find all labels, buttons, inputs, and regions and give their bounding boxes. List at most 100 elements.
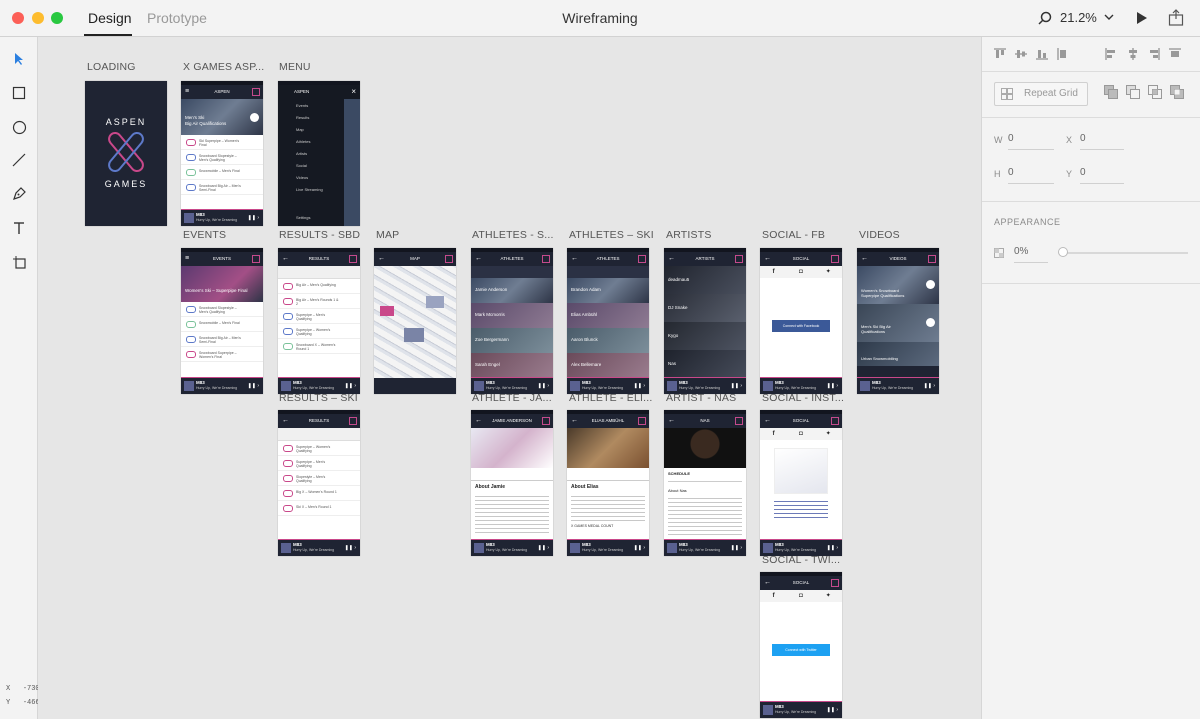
artist-card[interactable]: Kygo: [664, 322, 746, 350]
pen-tool[interactable]: [9, 184, 29, 204]
athlete-card[interactable]: Elias Ambühl: [567, 303, 649, 328]
instagram-post-image[interactable]: [774, 448, 828, 494]
athlete-card[interactable]: Aaron Blunck: [567, 328, 649, 353]
align-middle-icon[interactable]: [1015, 48, 1027, 60]
width-field[interactable]: 0: [1008, 129, 1054, 150]
menu-item-videos[interactable]: Videos: [296, 175, 308, 180]
twitter-icon[interactable]: ✦: [815, 266, 842, 278]
artboard-label-menu[interactable]: MENU: [279, 61, 311, 73]
hero-image[interactable]: Women's Ski – Superpipe Final: [181, 266, 263, 302]
zoom-level[interactable]: 21.2%: [1060, 10, 1097, 25]
music-player[interactable]: M83 Hurry Up, We're Dreaming ❚❚ ›: [181, 377, 263, 394]
align-right-icon[interactable]: [1148, 48, 1160, 60]
artboard-athlete-elias[interactable]: ← ELIAS AMBÜHL About Elias X GAMES MEDAL …: [567, 410, 649, 556]
ellipse-tool[interactable]: [9, 117, 29, 137]
list-item[interactable]: Superpipe – Men's Qualifying: [278, 309, 360, 324]
artboard-label-artists[interactable]: ARTISTS: [666, 229, 712, 241]
hero-image[interactable]: Men's Ski Big Air Qualifications: [181, 99, 263, 135]
menu-item-events[interactable]: Events: [296, 103, 308, 108]
list-item[interactable]: Snowboard Big Air – Men's Semi-Final: [181, 332, 263, 347]
boolean-exclude-icon[interactable]: [1170, 85, 1184, 99]
artboard-label-loading[interactable]: LOADING: [87, 61, 136, 73]
repeat-grid-button[interactable]: Repeat Grid: [994, 82, 1088, 106]
artboard-label-athlete-ja[interactable]: ATHLETE - JA...: [472, 392, 552, 404]
artboard-athletes-ski[interactable]: ← ATHLETES Brandon Adam Elias Ambühl Aaro…: [567, 248, 649, 394]
distribute-horizontal-icon[interactable]: [1169, 48, 1181, 60]
list-item[interactable]: Snowmobile – Men's Final: [181, 165, 263, 180]
artist-card[interactable]: deadmau5: [664, 266, 746, 294]
x-field[interactable]: 0: [1080, 129, 1124, 150]
video-card[interactable]: Urban Snowmobiling: [857, 342, 939, 366]
list-item[interactable]: Ski X – Men's Round 1: [278, 501, 360, 516]
menu-item-map[interactable]: Map: [296, 127, 304, 132]
align-top-icon[interactable]: [994, 48, 1006, 60]
artboard-results-ski[interactable]: ← RESULTS Superpipe – Women's Qualifying …: [278, 410, 360, 556]
artboard-label-xgames[interactable]: X GAMES ASP...: [183, 61, 264, 73]
text-tool[interactable]: [9, 218, 29, 238]
artboard-label-map[interactable]: MAP: [376, 229, 399, 241]
list-item[interactable]: Snowboard X – Women's Round 1: [278, 339, 360, 354]
music-player[interactable]: M83 Hurry Up, We're Dreaming ❚❚ ›: [181, 209, 263, 226]
artboard-results-sbd[interactable]: ← RESULTS Big Air – Men's Qualifying Big …: [278, 248, 360, 394]
artboard-athlete-jamie[interactable]: ← JAMIE ANDERSON About Jamie M83 Hurry Up,…: [471, 410, 553, 556]
opacity-field[interactable]: 0%: [1014, 242, 1048, 263]
music-player[interactable]: M83 Hurry Up, We're Dreaming ❚❚ ›: [857, 377, 939, 394]
artboard-loading[interactable]: ASPEN GAMES: [85, 81, 167, 226]
close-icon[interactable]: ×: [351, 85, 356, 99]
list-item[interactable]: Big Air – Men's Rounds 1 & 2: [278, 294, 360, 309]
music-player[interactable]: M83 Hurry Up, We're Dreaming ❚❚ ›: [567, 539, 649, 556]
search-icon[interactable]: [1038, 11, 1052, 25]
tab-prototype[interactable]: Prototype: [147, 10, 207, 26]
play-icon[interactable]: [250, 113, 259, 122]
artboard-label-videos[interactable]: VIDEOS: [859, 229, 900, 241]
music-player[interactable]: M83 Hurry Up, We're Dreaming ❚❚ ›: [664, 539, 746, 556]
results-filter-tabs[interactable]: [278, 428, 360, 441]
social-tabs[interactable]: f ◘ ✦: [760, 590, 842, 602]
music-player[interactable]: M83 Hurry Up, We're Dreaming ❚❚ ›: [760, 701, 842, 718]
play-icon[interactable]: [926, 280, 935, 289]
list-item[interactable]: Snowmobile – Men's Final: [181, 317, 263, 332]
list-item[interactable]: Ski Superpipe – Women's Final: [181, 135, 263, 150]
boolean-intersect-icon[interactable]: [1148, 85, 1162, 99]
list-item[interactable]: Snowboard Slopestyle – Men's Qualifying: [181, 150, 263, 165]
list-item[interactable]: Snowboard Big Air – Men's Semi-Final: [181, 180, 263, 195]
height-field[interactable]: 0: [1008, 163, 1054, 184]
athlete-card[interactable]: Alex Bellemare: [567, 353, 649, 378]
rectangle-tool[interactable]: [9, 83, 29, 103]
list-item[interactable]: Snowboard Slopestyle – Men's Qualifying: [181, 302, 263, 317]
social-tabs[interactable]: f ◘ ✦: [760, 266, 842, 278]
distribute-vertical-icon[interactable]: [1057, 48, 1069, 60]
artboard-social-fb[interactable]: ← SOCIAL f ◘ ✦ Connect with Facebook M83 Hur…: [760, 248, 842, 394]
tab-design[interactable]: Design: [88, 10, 132, 26]
artboard-videos[interactable]: ← VIDEOS Women's Snowboard Superpipe Qual…: [857, 248, 939, 394]
play-icon[interactable]: [1136, 11, 1148, 25]
connect-twitter-button[interactable]: Connect with Twitter: [772, 644, 830, 656]
menu-item-artists[interactable]: Artists: [296, 151, 307, 156]
artboard-label-athletes-ski[interactable]: ATHLETES – SKI: [569, 229, 654, 241]
boolean-subtract-icon[interactable]: [1126, 85, 1140, 99]
minimize-window-button[interactable]: [32, 12, 44, 24]
zoom-window-button[interactable]: [51, 12, 63, 24]
artboard-label-results-ski[interactable]: RESULTS – SKI: [279, 392, 358, 404]
artboard-artists[interactable]: ← ARTISTS deadmau5 DJ Snake Kygo Nas M83 H…: [664, 248, 746, 394]
menu-item-live-streaming[interactable]: Live Streaming: [296, 187, 323, 192]
artboard-map[interactable]: ← MAP: [374, 248, 456, 394]
venue-map-image[interactable]: [374, 266, 456, 378]
list-item[interactable]: Superpipe – Women's Qualifying: [278, 441, 360, 456]
connect-facebook-button[interactable]: Connect with Facebook: [772, 320, 830, 332]
sport-filter-tabs[interactable]: [567, 266, 649, 278]
share-icon[interactable]: [1168, 9, 1184, 26]
opacity-slider-track[interactable]: [1060, 252, 1188, 254]
canvas[interactable]: LOADING X GAMES ASP... MENU ASPEN GAMES …: [38, 37, 980, 719]
music-player[interactable]: M83 Hurry Up, We're Dreaming ❚❚ ›: [278, 539, 360, 556]
artist-card[interactable]: DJ Snake: [664, 294, 746, 322]
artboard-artist-nas[interactable]: ← NAS SCHEDULE About Nas M83 Hurry Up, We'…: [664, 410, 746, 556]
opacity-slider-handle[interactable]: [1058, 247, 1068, 257]
artboard-events[interactable]: ≡ EVENTS Women's Ski – Superpipe Final Sn…: [181, 248, 263, 394]
align-center-icon[interactable]: [1127, 48, 1139, 60]
athlete-card[interactable]: Sarah Engel: [471, 353, 553, 378]
athlete-card[interactable]: Jamie Anderson: [471, 278, 553, 303]
chevron-down-icon[interactable]: [1104, 13, 1114, 21]
social-tabs[interactable]: f ◘ ✦: [760, 428, 842, 440]
athlete-card[interactable]: Mark Mcmorris: [471, 303, 553, 328]
